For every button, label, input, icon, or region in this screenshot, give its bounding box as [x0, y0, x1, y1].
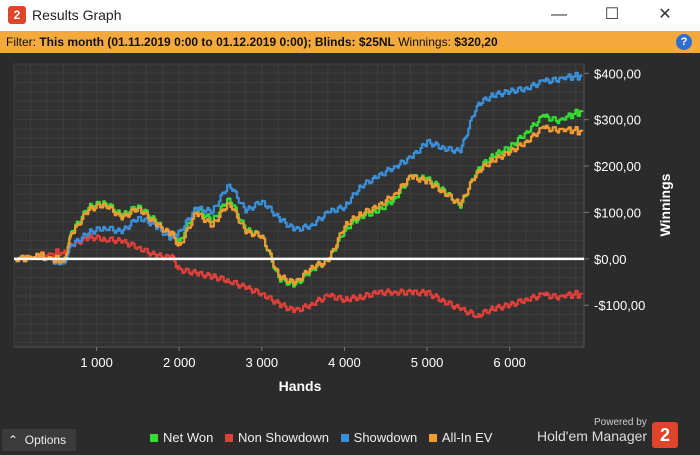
legend-label: Showdown	[353, 430, 418, 445]
filter-prefix: Filter:	[6, 35, 36, 49]
close-button[interactable]: ✕	[650, 4, 680, 26]
chevron-up-icon: ⌃	[8, 433, 19, 447]
x-tick-label: 2 000	[163, 355, 196, 370]
chart-legend: Net Won Non Showdown Showdown All-In EV	[150, 430, 500, 445]
y-tick-label: $400,00	[594, 66, 641, 81]
y-tick-label: $200,00	[594, 159, 641, 174]
x-axis-label: Hands	[279, 378, 322, 394]
filter-period: This month (01.11.2019 0:00 to 01.12.201…	[39, 35, 312, 49]
x-tick-label: 4 000	[328, 355, 361, 370]
legend-label: Non Showdown	[237, 430, 330, 445]
legend-item-non-showdown[interactable]: Non Showdown	[224, 430, 330, 445]
window-title: Results Graph	[32, 7, 122, 23]
legend-swatch	[340, 433, 349, 442]
y-tick-label: $300,00	[594, 113, 641, 128]
x-tick-label: 3 000	[246, 355, 279, 370]
hm2-app-icon: 2	[8, 6, 26, 24]
results-chart: $400,00 $300,00 $200,00 $100,00 $0,00 -$100,0…	[0, 53, 700, 424]
legend-swatch	[428, 433, 437, 442]
filter-winnings-label: Winnings:	[398, 35, 451, 49]
brand-name: Hold'em Manager	[537, 428, 648, 444]
legend-swatch	[224, 433, 233, 442]
maximize-button[interactable]: ☐	[597, 4, 627, 26]
legend-item-showdown[interactable]: Showdown	[340, 430, 418, 445]
filter-blinds-label: Blinds:	[314, 35, 356, 49]
options-label: Options	[24, 433, 67, 447]
legend-item-net-won[interactable]: Net Won	[150, 430, 213, 445]
legend-swatch	[150, 433, 158, 442]
help-icon[interactable]: ?	[676, 34, 692, 50]
y-tick-label: -$100,00	[594, 298, 645, 313]
filter-text: Filter: This month (01.11.2019 0:00 to 0…	[6, 35, 498, 49]
hm2-logo-icon: 2	[652, 422, 678, 448]
filter-blinds-value: $25NL	[358, 35, 395, 49]
filter-bar: Filter: This month (01.11.2019 0:00 to 0…	[0, 31, 700, 53]
legend-label: All-In EV	[441, 430, 493, 445]
x-tick-label: 1 000	[80, 355, 113, 370]
legend-item-all-in-ev[interactable]: All-In EV	[428, 430, 493, 445]
x-tick-label: 5 000	[411, 355, 444, 370]
x-tick-label: 6 000	[493, 355, 526, 370]
y-tick-label: $0,00	[594, 252, 627, 267]
minimize-button[interactable]: —	[544, 4, 574, 26]
options-button[interactable]: ⌃ Options	[2, 429, 76, 451]
title-bar: 2 Results Graph — ☐ ✕	[0, 0, 700, 31]
filter-winnings-value: $320,20	[454, 35, 498, 49]
y-axis-label: Winnings	[657, 173, 673, 236]
y-tick-label: $100,00	[594, 205, 641, 220]
powered-by-text: Powered by	[594, 417, 647, 428]
results-graph-window: 2 Results Graph — ☐ ✕ Filter: This month…	[0, 0, 700, 455]
legend-label: Net Won	[163, 430, 214, 445]
